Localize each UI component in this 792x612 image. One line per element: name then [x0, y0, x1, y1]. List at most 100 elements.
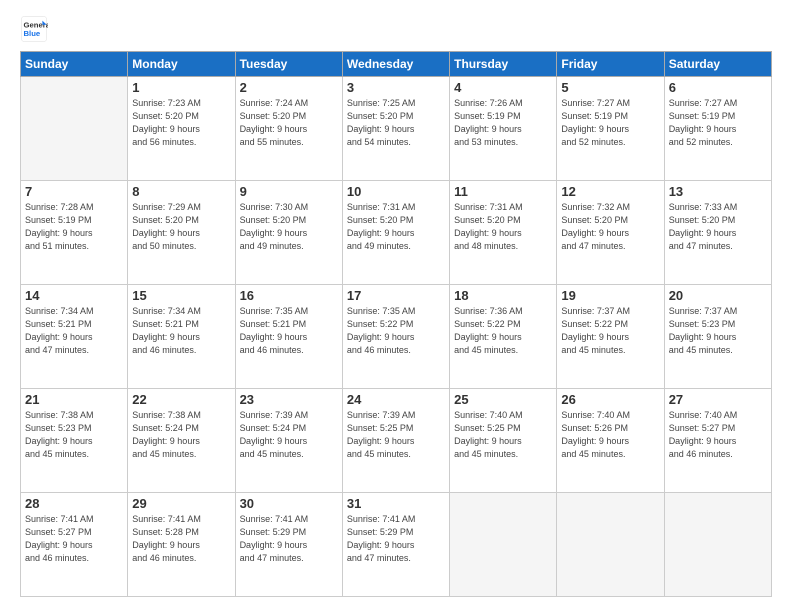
calendar-cell	[21, 77, 128, 181]
day-info: Sunrise: 7:23 AM Sunset: 5:20 PM Dayligh…	[132, 97, 230, 149]
day-info: Sunrise: 7:33 AM Sunset: 5:20 PM Dayligh…	[669, 201, 767, 253]
svg-text:General: General	[24, 21, 49, 30]
day-info: Sunrise: 7:31 AM Sunset: 5:20 PM Dayligh…	[454, 201, 552, 253]
day-info: Sunrise: 7:40 AM Sunset: 5:27 PM Dayligh…	[669, 409, 767, 461]
calendar-cell: 9Sunrise: 7:30 AM Sunset: 5:20 PM Daylig…	[235, 181, 342, 285]
day-number: 8	[132, 184, 230, 199]
calendar-cell: 14 Sunrise: 7:34 AM Sunset: 5:21 PM Dayli…	[21, 285, 128, 389]
calendar-cell: 24 Sunrise: 7:39 AM Sunset: 5:25 PM Dayli…	[342, 389, 449, 493]
calendar-cell: 18 Sunrise: 7:36 AM Sunset: 5:22 PM Dayli…	[450, 285, 557, 389]
calendar-cell: 22Sunrise: 7:38 AM Sunset: 5:24 PM Dayli…	[128, 389, 235, 493]
day-header-monday: Monday	[128, 52, 235, 77]
calendar-cell: 1 Sunrise: 7:23 AM Sunset: 5:20 PM Daylig…	[128, 77, 235, 181]
day-number: 5	[561, 80, 659, 95]
day-info: Sunrise: 7:34 AM Sunset: 5:21 PM Dayligh…	[25, 305, 123, 357]
day-info: Sunrise: 7:41 AM Sunset: 5:29 PM Dayligh…	[347, 513, 445, 565]
calendar-cell: 27 Sunrise: 7:40 AM Sunset: 5:27 PM Dayli…	[664, 389, 771, 493]
day-info: Sunrise: 7:28 AM Sunset: 5:19 PM Dayligh…	[25, 201, 123, 253]
svg-text:Blue: Blue	[24, 29, 41, 38]
calendar-week-5: 28 Sunrise: 7:41 AM Sunset: 5:27 PM Dayli…	[21, 493, 772, 597]
calendar-week-1: 1 Sunrise: 7:23 AM Sunset: 5:20 PM Daylig…	[21, 77, 772, 181]
calendar-cell	[450, 493, 557, 597]
day-number: 30	[240, 496, 338, 511]
calendar-cell: 16Sunrise: 7:35 AM Sunset: 5:21 PM Dayli…	[235, 285, 342, 389]
calendar-cell: 11Sunrise: 7:31 AM Sunset: 5:20 PM Dayli…	[450, 181, 557, 285]
calendar-cell: 21Sunrise: 7:38 AM Sunset: 5:23 PM Dayli…	[21, 389, 128, 493]
day-number: 24	[347, 392, 445, 407]
day-info: Sunrise: 7:31 AM Sunset: 5:20 PM Dayligh…	[347, 201, 445, 253]
day-info: Sunrise: 7:30 AM Sunset: 5:20 PM Dayligh…	[240, 201, 338, 253]
logo: General Blue	[20, 15, 52, 43]
calendar-week-3: 14 Sunrise: 7:34 AM Sunset: 5:21 PM Dayli…	[21, 285, 772, 389]
day-info: Sunrise: 7:32 AM Sunset: 5:20 PM Dayligh…	[561, 201, 659, 253]
calendar-cell: 20 Sunrise: 7:37 AM Sunset: 5:23 PM Dayli…	[664, 285, 771, 389]
day-number: 18	[454, 288, 552, 303]
day-header-tuesday: Tuesday	[235, 52, 342, 77]
day-number: 27	[669, 392, 767, 407]
calendar-cell: 8 Sunrise: 7:29 AM Sunset: 5:20 PM Daylig…	[128, 181, 235, 285]
calendar-cell: 17 Sunrise: 7:35 AM Sunset: 5:22 PM Dayli…	[342, 285, 449, 389]
day-info: Sunrise: 7:25 AM Sunset: 5:20 PM Dayligh…	[347, 97, 445, 149]
calendar-cell: 7 Sunrise: 7:28 AM Sunset: 5:19 PM Daylig…	[21, 181, 128, 285]
day-header-thursday: Thursday	[450, 52, 557, 77]
day-number: 17	[347, 288, 445, 303]
day-number: 26	[561, 392, 659, 407]
calendar-header-row: SundayMondayTuesdayWednesdayThursdayFrid…	[21, 52, 772, 77]
day-header-wednesday: Wednesday	[342, 52, 449, 77]
calendar-week-4: 21Sunrise: 7:38 AM Sunset: 5:23 PM Dayli…	[21, 389, 772, 493]
day-number: 29	[132, 496, 230, 511]
calendar-cell: 30 Sunrise: 7:41 AM Sunset: 5:29 PM Dayli…	[235, 493, 342, 597]
day-number: 12	[561, 184, 659, 199]
day-info: Sunrise: 7:24 AM Sunset: 5:20 PM Dayligh…	[240, 97, 338, 149]
day-number: 1	[132, 80, 230, 95]
day-info: Sunrise: 7:39 AM Sunset: 5:25 PM Dayligh…	[347, 409, 445, 461]
day-number: 19	[561, 288, 659, 303]
day-number: 6	[669, 80, 767, 95]
calendar-cell: 26 Sunrise: 7:40 AM Sunset: 5:26 PM Dayli…	[557, 389, 664, 493]
calendar-cell: 31Sunrise: 7:41 AM Sunset: 5:29 PM Dayli…	[342, 493, 449, 597]
day-info: Sunrise: 7:41 AM Sunset: 5:27 PM Dayligh…	[25, 513, 123, 565]
day-info: Sunrise: 7:29 AM Sunset: 5:20 PM Dayligh…	[132, 201, 230, 253]
day-number: 28	[25, 496, 123, 511]
day-header-saturday: Saturday	[664, 52, 771, 77]
calendar-cell: 29Sunrise: 7:41 AM Sunset: 5:28 PM Dayli…	[128, 493, 235, 597]
day-info: Sunrise: 7:40 AM Sunset: 5:25 PM Dayligh…	[454, 409, 552, 461]
calendar-cell: 25 Sunrise: 7:40 AM Sunset: 5:25 PM Dayli…	[450, 389, 557, 493]
calendar-cell: 5 Sunrise: 7:27 AM Sunset: 5:19 PM Daylig…	[557, 77, 664, 181]
day-info: Sunrise: 7:41 AM Sunset: 5:29 PM Dayligh…	[240, 513, 338, 565]
day-number: 14	[25, 288, 123, 303]
calendar-cell: 2 Sunrise: 7:24 AM Sunset: 5:20 PM Daylig…	[235, 77, 342, 181]
day-info: Sunrise: 7:35 AM Sunset: 5:21 PM Dayligh…	[240, 305, 338, 357]
day-info: Sunrise: 7:40 AM Sunset: 5:26 PM Dayligh…	[561, 409, 659, 461]
day-number: 25	[454, 392, 552, 407]
day-info: Sunrise: 7:27 AM Sunset: 5:19 PM Dayligh…	[561, 97, 659, 149]
calendar-cell: 28 Sunrise: 7:41 AM Sunset: 5:27 PM Dayli…	[21, 493, 128, 597]
day-number: 15	[132, 288, 230, 303]
day-number: 3	[347, 80, 445, 95]
calendar-cell: 13Sunrise: 7:33 AM Sunset: 5:20 PM Dayli…	[664, 181, 771, 285]
day-info: Sunrise: 7:35 AM Sunset: 5:22 PM Dayligh…	[347, 305, 445, 357]
calendar-cell	[664, 493, 771, 597]
day-info: Sunrise: 7:39 AM Sunset: 5:24 PM Dayligh…	[240, 409, 338, 461]
logo-icon: General Blue	[20, 15, 48, 43]
day-info: Sunrise: 7:27 AM Sunset: 5:19 PM Dayligh…	[669, 97, 767, 149]
day-info: Sunrise: 7:37 AM Sunset: 5:23 PM Dayligh…	[669, 305, 767, 357]
day-number: 23	[240, 392, 338, 407]
day-header-sunday: Sunday	[21, 52, 128, 77]
day-info: Sunrise: 7:36 AM Sunset: 5:22 PM Dayligh…	[454, 305, 552, 357]
day-number: 4	[454, 80, 552, 95]
day-info: Sunrise: 7:37 AM Sunset: 5:22 PM Dayligh…	[561, 305, 659, 357]
page: General Blue SundayMondayTuesdayWednesda…	[0, 0, 792, 612]
calendar-cell: 4 Sunrise: 7:26 AM Sunset: 5:19 PM Daylig…	[450, 77, 557, 181]
day-number: 10	[347, 184, 445, 199]
day-number: 2	[240, 80, 338, 95]
header: General Blue	[20, 15, 772, 43]
day-info: Sunrise: 7:34 AM Sunset: 5:21 PM Dayligh…	[132, 305, 230, 357]
day-info: Sunrise: 7:38 AM Sunset: 5:23 PM Dayligh…	[25, 409, 123, 461]
day-number: 20	[669, 288, 767, 303]
day-info: Sunrise: 7:26 AM Sunset: 5:19 PM Dayligh…	[454, 97, 552, 149]
calendar-cell: 19 Sunrise: 7:37 AM Sunset: 5:22 PM Dayli…	[557, 285, 664, 389]
day-header-friday: Friday	[557, 52, 664, 77]
calendar-cell: 3 Sunrise: 7:25 AM Sunset: 5:20 PM Daylig…	[342, 77, 449, 181]
day-number: 7	[25, 184, 123, 199]
